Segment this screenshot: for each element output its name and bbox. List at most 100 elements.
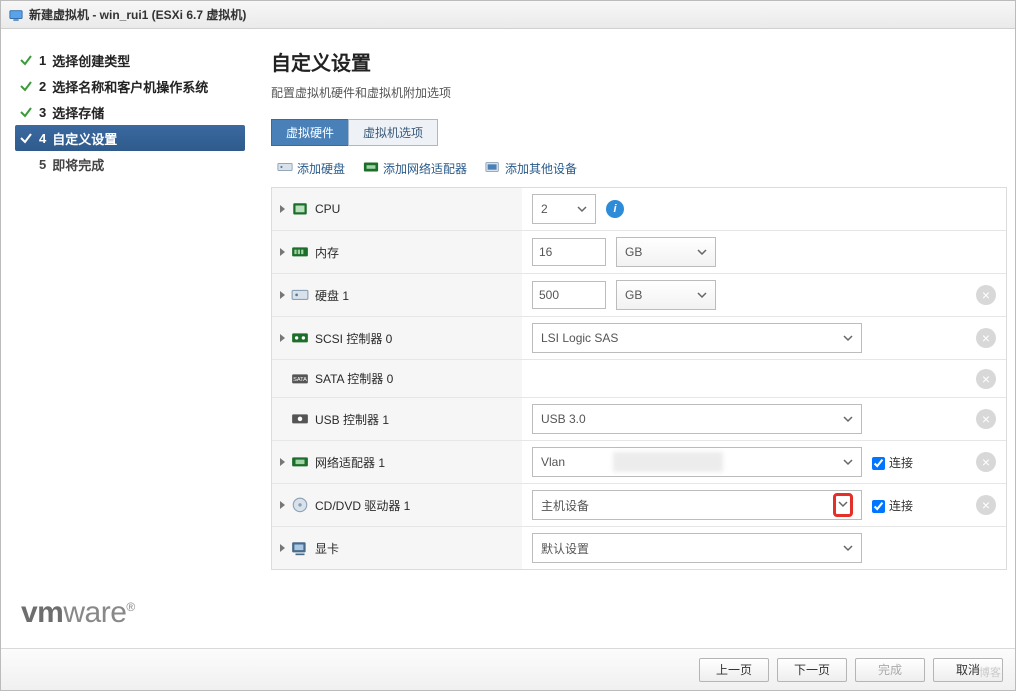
chevron-down-icon	[843, 457, 853, 467]
scsi-type-select[interactable]: LSI Logic SAS	[532, 323, 862, 353]
gpu-icon	[291, 541, 309, 555]
check-icon	[19, 53, 33, 67]
remove-scsi-button[interactable]: ×	[976, 328, 996, 348]
step-create-type[interactable]: 1 选择创建类型	[15, 47, 245, 73]
row-cdrom: CD/DVD 驱动器 1 主机设备 连接 ×	[272, 484, 1006, 527]
row-label: SATA 控制器 0	[315, 370, 393, 387]
row-label: CPU	[315, 202, 340, 216]
step-name-os[interactable]: 2 选择名称和客户机操作系统	[15, 73, 245, 99]
row-scsi: SCSI 控制器 0 LSI Logic SAS ×	[272, 317, 1006, 360]
caret-right-icon	[280, 291, 285, 299]
row-cpu-expander[interactable]: CPU	[272, 188, 522, 230]
svg-text:SATA: SATA	[293, 377, 307, 383]
caret-right-icon	[280, 544, 285, 552]
cdrom-source-select[interactable]: 主机设备	[532, 490, 862, 520]
disk-icon	[277, 160, 293, 177]
dialog-body: 1 选择创建类型 2 选择名称和客户机操作系统 3 选择存储 4 自定义设置	[1, 29, 1015, 648]
add-disk-button[interactable]: 添加硬盘	[277, 160, 345, 177]
tab-virtual-hardware[interactable]: 虚拟硬件	[271, 119, 349, 146]
prev-button[interactable]: 上一页	[699, 658, 769, 682]
row-sata-expander[interactable]: SATA SATA 控制器 0	[272, 360, 522, 397]
cdrom-icon	[291, 498, 309, 512]
page-title: 自定义设置	[271, 47, 1007, 76]
add-nic-button[interactable]: 添加网络适配器	[363, 160, 467, 177]
row-nic-expander[interactable]: 网络适配器 1	[272, 441, 522, 483]
row-sata: SATA SATA 控制器 0 ×	[272, 360, 1006, 398]
dialog: 新建虚拟机 - win_rui1 (ESXi 6.7 虚拟机) 1 选择创建类型…	[0, 0, 1016, 691]
memory-input[interactable]	[532, 238, 606, 266]
row-usb: USB 控制器 1 USB 3.0 ×	[272, 398, 1006, 441]
chevron-down-icon	[697, 290, 707, 300]
row-scsi-expander[interactable]: SCSI 控制器 0	[272, 317, 522, 359]
row-gpu-expander[interactable]: 显卡	[272, 527, 522, 569]
row-label: 内存	[315, 244, 339, 261]
row-usb-expander[interactable]: USB 控制器 1	[272, 398, 522, 440]
row-label: 网络适配器 1	[315, 454, 385, 471]
cancel-button[interactable]: 取消	[933, 658, 1003, 682]
footer: 上一页 下一页 完成 取消	[1, 648, 1015, 690]
page-subtitle: 配置虚拟机硬件和虚拟机附加选项	[271, 84, 1007, 101]
row-disk: 硬盘 1 GB ×	[272, 274, 1006, 317]
row-label: 显卡	[315, 540, 339, 557]
tabs: 虚拟硬件 虚拟机选项	[271, 119, 1007, 146]
titlebar: 新建虚拟机 - win_rui1 (ESXi 6.7 虚拟机)	[1, 1, 1015, 29]
info-icon[interactable]: i	[606, 200, 624, 218]
row-cpu: CPU 2 i	[272, 188, 1006, 231]
row-nic: 网络适配器 1 Vlan 连接 ×	[272, 441, 1006, 484]
cpu-count-select[interactable]: 2	[532, 194, 596, 224]
row-gpu: 显卡 默认设置	[272, 527, 1006, 569]
row-label: 硬盘 1	[315, 287, 349, 304]
add-other-button[interactable]: 添加其他设备	[485, 160, 577, 177]
remove-disk-button[interactable]: ×	[976, 285, 996, 305]
memory-icon	[291, 245, 309, 259]
tab-vm-options[interactable]: 虚拟机选项	[348, 119, 438, 146]
settings-panel: 自定义设置 配置虚拟机硬件和虚拟机附加选项 虚拟硬件 虚拟机选项 添加硬盘 添加…	[251, 29, 1015, 648]
caret-right-icon	[280, 458, 285, 466]
row-cdrom-expander[interactable]: CD/DVD 驱动器 1	[272, 484, 522, 526]
hardware-table: CPU 2 i 内存	[271, 187, 1007, 570]
row-label: CD/DVD 驱动器 1	[315, 497, 410, 514]
row-memory: 内存 GB	[272, 231, 1006, 274]
check-icon	[19, 105, 33, 119]
disk-unit-select[interactable]: GB	[616, 280, 716, 310]
nic-icon	[363, 160, 379, 177]
remove-sata-button[interactable]: ×	[976, 369, 996, 389]
next-button[interactable]: 下一页	[777, 658, 847, 682]
finish-button: 完成	[855, 658, 925, 682]
chevron-down-icon	[843, 543, 853, 553]
caret-right-icon	[280, 334, 285, 342]
nic-network-select[interactable]: Vlan	[532, 447, 862, 477]
caret-right-icon	[280, 501, 285, 509]
row-memory-expander[interactable]: 内存	[272, 231, 522, 273]
remove-usb-button[interactable]: ×	[976, 409, 996, 429]
device-icon	[485, 160, 501, 177]
remove-nic-button[interactable]: ×	[976, 452, 996, 472]
sata-icon: SATA	[291, 372, 309, 386]
toolbar: 添加硬盘 添加网络适配器 添加其他设备	[271, 156, 1007, 187]
chevron-down-icon	[843, 333, 853, 343]
row-label: SCSI 控制器 0	[315, 330, 392, 347]
step-storage[interactable]: 3 选择存储	[15, 99, 245, 125]
gpu-select[interactable]: 默认设置	[532, 533, 862, 563]
memory-unit-select[interactable]: GB	[616, 237, 716, 267]
footer-area: 上一页 下一页 完成 取消 博客	[1, 648, 1015, 690]
remove-cdrom-button[interactable]: ×	[976, 495, 996, 515]
vm-icon	[9, 8, 23, 22]
wizard-steps: 1 选择创建类型 2 选择名称和客户机操作系统 3 选择存储 4 自定义设置	[1, 29, 251, 648]
step-customize[interactable]: 4 自定义设置	[15, 125, 245, 151]
nic-connect-checkbox[interactable]: 连接	[872, 454, 913, 471]
check-icon	[19, 79, 33, 93]
step-ready[interactable]: 5 即将完成	[15, 151, 245, 177]
disk-size-input[interactable]	[532, 281, 606, 309]
nic-icon	[291, 455, 309, 469]
window-title: 新建虚拟机 - win_rui1 (ESXi 6.7 虚拟机)	[29, 6, 246, 23]
usb-icon	[291, 412, 309, 426]
caret-right-icon	[280, 205, 285, 213]
chevron-down-icon	[843, 414, 853, 424]
row-disk-expander[interactable]: 硬盘 1	[272, 274, 522, 316]
usb-type-select[interactable]: USB 3.0	[532, 404, 862, 434]
cdrom-connect-checkbox[interactable]: 连接	[872, 497, 913, 514]
caret-right-icon	[280, 248, 285, 256]
chevron-down-icon	[697, 247, 707, 257]
chevron-highlight	[833, 493, 853, 517]
